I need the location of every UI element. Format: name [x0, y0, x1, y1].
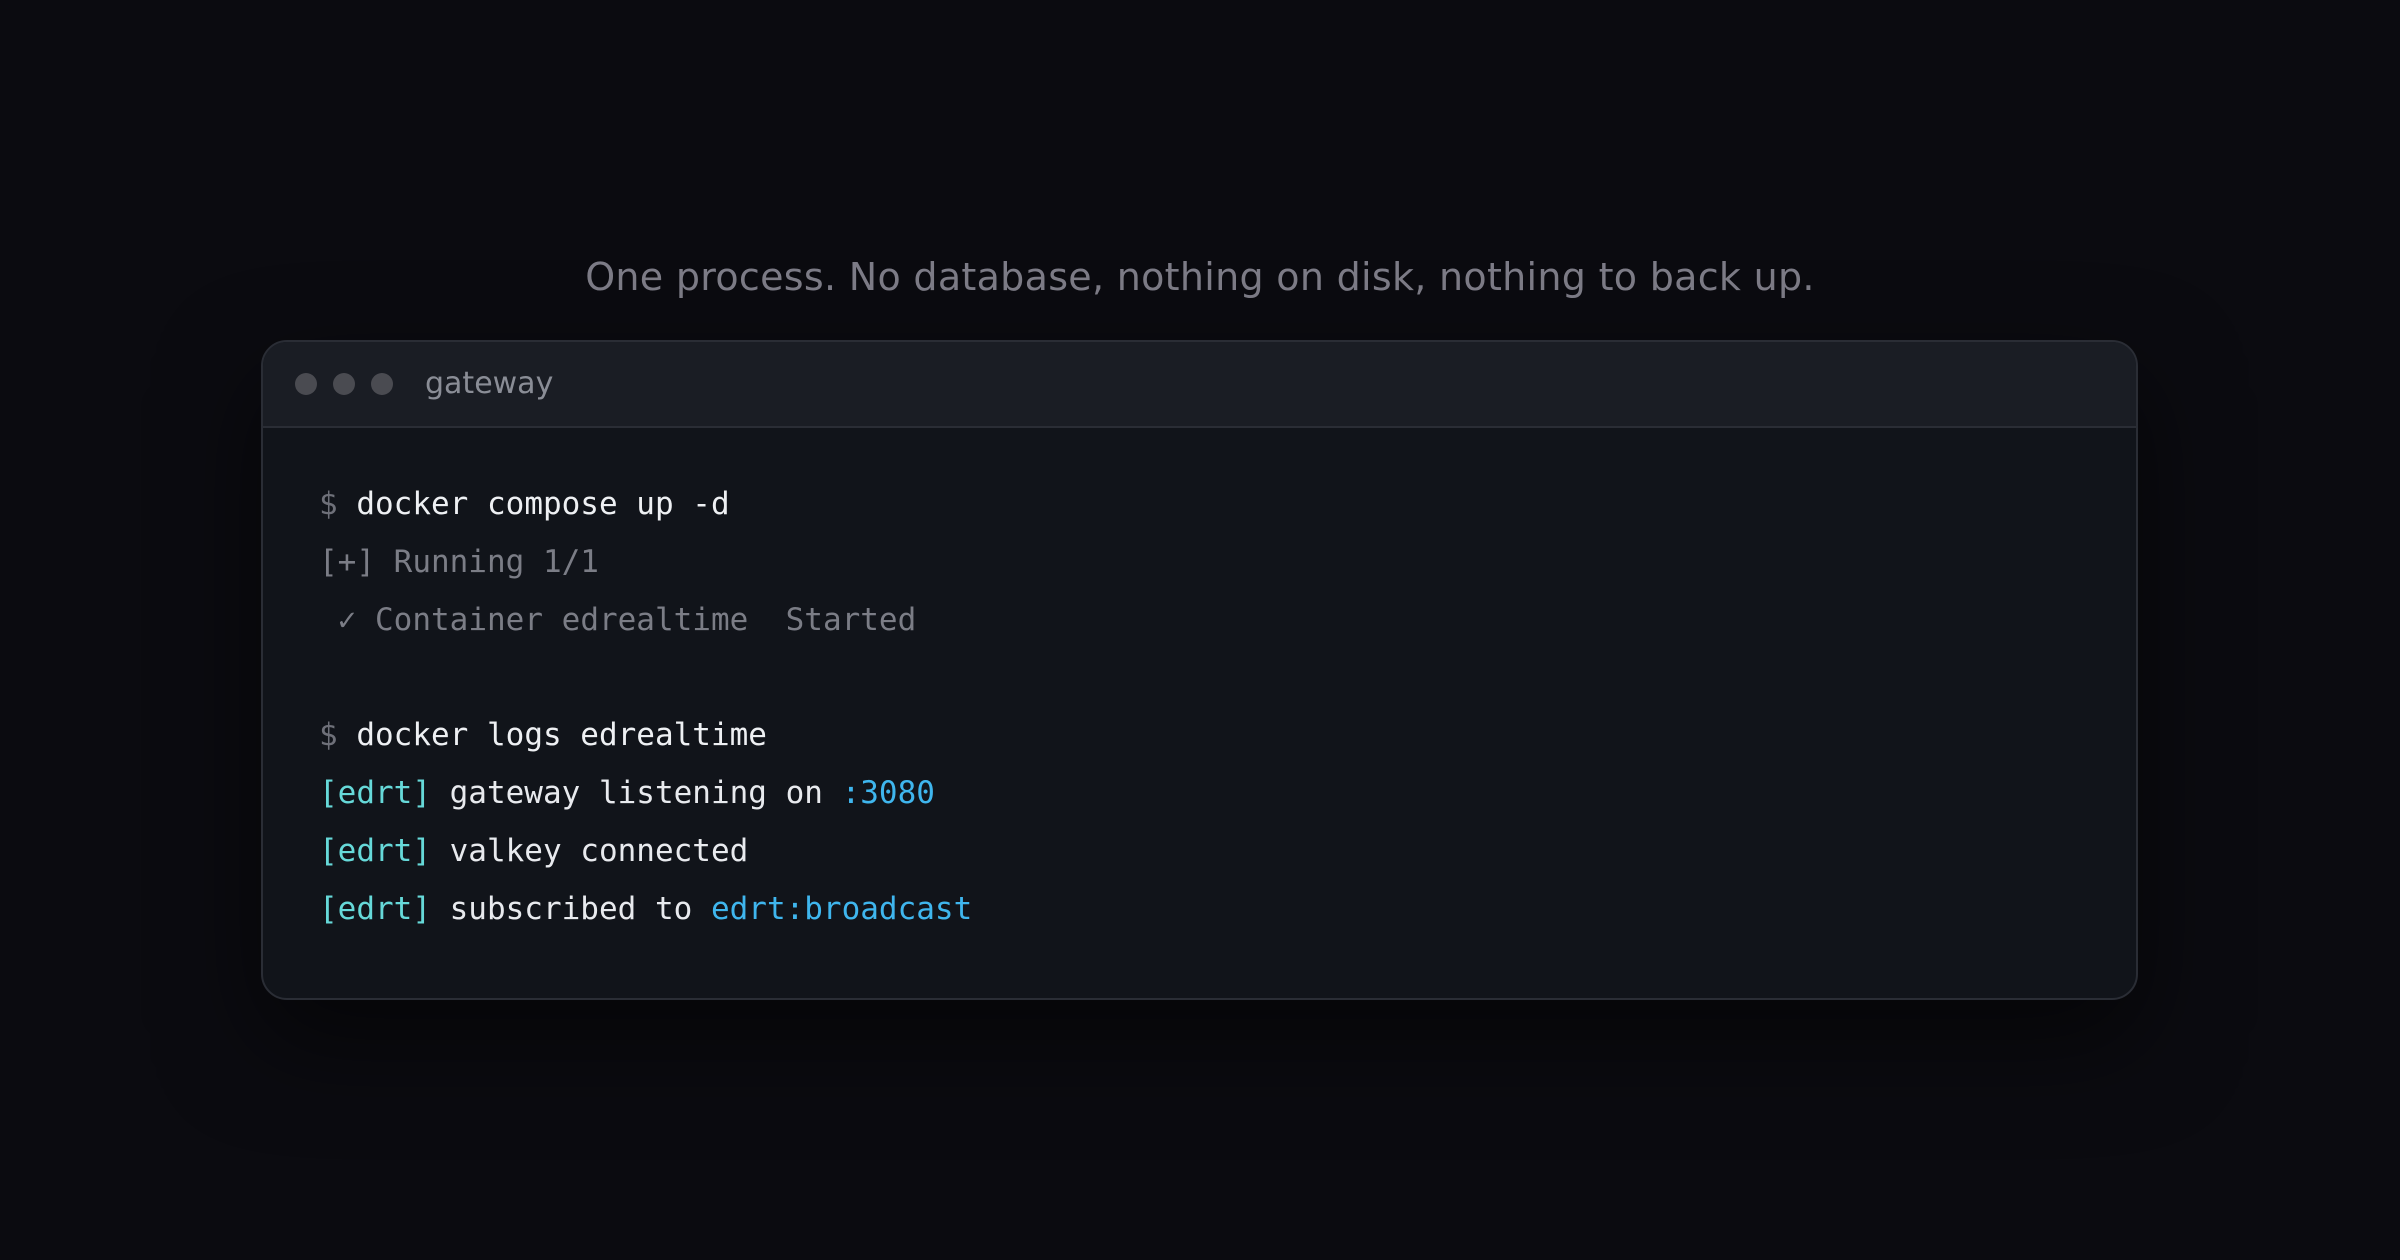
- minimize-dot-icon: [333, 373, 355, 395]
- log-line: [edrt] gateway listening on :3080: [319, 771, 972, 829]
- window-titlebar: gateway: [263, 342, 2136, 428]
- log-text: subscribed to: [430, 891, 711, 927]
- terminal-output: $ docker compose up -d [+] Running 1/1 ✓…: [319, 482, 972, 945]
- output-line: ✓ Container edrealtime Started: [319, 598, 972, 656]
- log-tag: [edrt]: [319, 891, 431, 927]
- log-tag: [edrt]: [319, 775, 431, 811]
- command-line: $ docker compose up -d: [319, 482, 972, 540]
- channel-value: edrt:broadcast: [710, 891, 973, 927]
- window-title: gateway: [425, 366, 554, 401]
- prompt-symbol: $: [319, 486, 338, 522]
- prompt-symbol: $: [319, 717, 338, 753]
- close-dot-icon: [295, 373, 317, 395]
- log-text: gateway listening on: [430, 775, 842, 811]
- checkmark-icon: ✓: [337, 602, 357, 638]
- container-status: Container edrealtime Started: [375, 602, 917, 638]
- log-text: valkey connected: [430, 833, 749, 869]
- command-text: docker compose up -d: [356, 486, 730, 522]
- log-line: [edrt] valkey connected: [319, 829, 972, 887]
- command-line: $ docker logs edrealtime: [319, 713, 972, 771]
- tagline-caption: One process. No database, nothing on dis…: [585, 255, 1815, 299]
- terminal-window: gateway $ docker compose up -d [+] Runni…: [261, 340, 2138, 1000]
- output-line: [+] Running 1/1: [319, 544, 599, 580]
- command-text: docker logs edrealtime: [356, 717, 767, 753]
- port-value: :3080: [841, 775, 935, 811]
- maximize-dot-icon: [371, 373, 393, 395]
- log-line: [edrt] subscribed to edrt:broadcast: [319, 887, 972, 945]
- log-tag: [edrt]: [319, 833, 431, 869]
